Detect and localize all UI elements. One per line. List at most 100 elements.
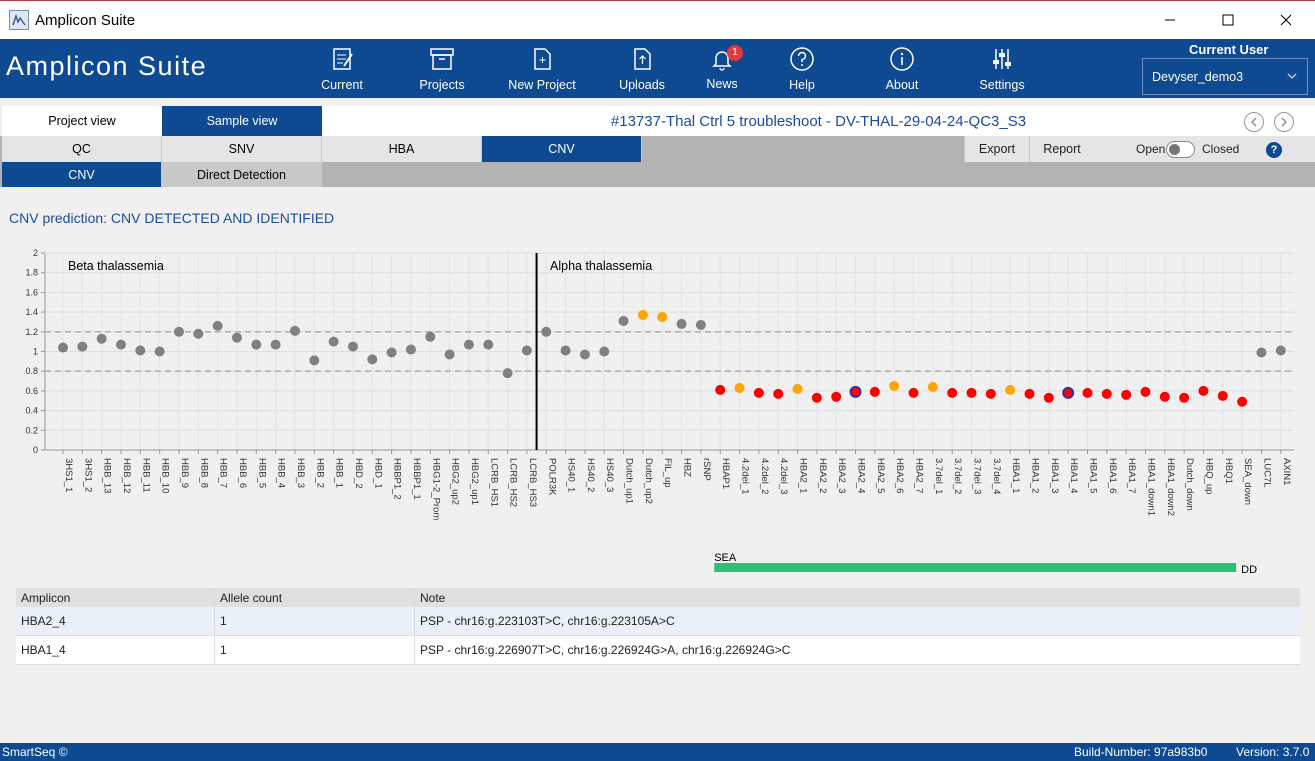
x-tick-label: LCRB_HS2 bbox=[508, 458, 519, 507]
x-tick-label: HBA2_5 bbox=[875, 458, 886, 493]
x-tick-label: HBD_2 bbox=[353, 458, 364, 489]
x-tick-label: HBB_1 bbox=[334, 458, 345, 488]
report-button[interactable]: Report bbox=[1029, 136, 1094, 162]
subtab-direct-detection[interactable]: Direct Detection bbox=[162, 162, 322, 187]
data-point bbox=[77, 341, 88, 352]
y-tick-label: 0.2 bbox=[25, 425, 38, 435]
x-tick-label: HBA1_1 bbox=[1010, 458, 1021, 493]
data-point bbox=[1179, 392, 1190, 403]
x-tick-label: HBBP1_1 bbox=[411, 458, 422, 500]
header-allele-count[interactable]: Allele count bbox=[215, 588, 415, 607]
data-point bbox=[483, 339, 494, 350]
x-tick-label: HBB_4 bbox=[276, 458, 287, 488]
cnv-scatter-chart: 0 0.2 0.4 0.6 0.8 1 1.2 1.4 1.6 1.8 2 Beta thalasse… bbox=[25, 248, 1294, 576]
data-point bbox=[1024, 388, 1035, 399]
nav-settings-label: Settings bbox=[979, 78, 1025, 92]
analysis-tab-bar: QC SNV HBA CNV Export Report Open Closed… bbox=[0, 136, 1315, 162]
x-tick-label: AXIN1 bbox=[1281, 458, 1292, 485]
data-point bbox=[560, 345, 571, 356]
close-window-button[interactable] bbox=[1263, 1, 1309, 39]
nav-news-button[interactable]: 1 News bbox=[677, 39, 767, 98]
open-closed-toggle[interactable] bbox=[1166, 141, 1195, 158]
tab-cnv[interactable]: CNV bbox=[482, 136, 642, 162]
data-point bbox=[985, 388, 996, 399]
data-point bbox=[328, 336, 339, 347]
nav-settings-button[interactable]: Settings bbox=[957, 39, 1047, 98]
data-point bbox=[831, 391, 842, 402]
region-end-label: DD bbox=[1241, 564, 1257, 576]
data-point bbox=[869, 386, 880, 397]
results-table: Amplicon Allele count Note HBA2_4 1 PSP … bbox=[16, 588, 1300, 665]
x-tick-label: 4.2del_3 bbox=[778, 458, 789, 494]
previous-sample-button[interactable] bbox=[1244, 112, 1264, 132]
page-title-text: #13737-Thal Ctrl 5 troubleshoot - DV-THA… bbox=[610, 112, 1027, 130]
x-tick-label: rSNP bbox=[701, 458, 712, 481]
x-tick-label: HBB_5 bbox=[256, 458, 267, 488]
view-bar: Project view Sample view #13737-Thal Ctr… bbox=[0, 104, 1315, 136]
tab-snv[interactable]: SNV bbox=[162, 136, 322, 162]
nav-new-project-button[interactable]: New Project bbox=[497, 39, 587, 98]
tab-project-view[interactable]: Project view bbox=[2, 106, 162, 136]
data-point bbox=[405, 344, 416, 355]
next-sample-button[interactable] bbox=[1274, 112, 1294, 132]
y-tick-label: 1 bbox=[33, 347, 38, 357]
x-tick-label: HBG2_up2 bbox=[450, 458, 461, 505]
x-tick-label: HBB_11 bbox=[140, 458, 151, 493]
maximize-button[interactable] bbox=[1205, 1, 1251, 39]
table-row[interactable]: HBA2_4 1 PSP - chr16:g.223103T>C, chr16:… bbox=[16, 607, 1300, 636]
x-tick-label: HBA1_4 bbox=[1068, 458, 1079, 493]
window-title: Amplicon Suite bbox=[35, 11, 136, 29]
closed-label: Closed bbox=[1202, 142, 1240, 156]
nav-projects-button[interactable]: Projects bbox=[397, 39, 487, 98]
nav-news-label: News bbox=[706, 77, 738, 91]
question-circle-icon bbox=[787, 45, 817, 73]
header-amplicon[interactable]: Amplicon bbox=[16, 588, 215, 607]
data-point bbox=[463, 339, 474, 350]
y-tick-label: 1.2 bbox=[25, 327, 38, 337]
status-bar: SmartSeq © Build-Number: 97a983b0 Versio… bbox=[0, 743, 1315, 761]
data-point bbox=[695, 319, 706, 330]
data-point bbox=[1140, 386, 1151, 397]
nav-current-button[interactable]: Current bbox=[297, 39, 387, 98]
minimize-button[interactable] bbox=[1147, 1, 1193, 39]
data-point bbox=[579, 349, 590, 360]
tab-sample-view[interactable]: Sample view bbox=[162, 106, 322, 136]
cell-allele-count: 1 bbox=[215, 607, 415, 635]
x-tick-label: HBQ1 bbox=[1223, 458, 1234, 484]
current-user-select[interactable]: Devyser_demo3 bbox=[1142, 58, 1308, 95]
nav-about-button[interactable]: About bbox=[857, 39, 947, 98]
data-point bbox=[715, 384, 726, 395]
data-point bbox=[1101, 388, 1112, 399]
x-tick-label: HBA2_1 bbox=[798, 458, 809, 493]
header-note[interactable]: Note bbox=[415, 588, 1300, 607]
data-point bbox=[1005, 384, 1016, 395]
window-titlebar: Amplicon Suite bbox=[0, 0, 1315, 39]
data-point bbox=[1121, 389, 1132, 400]
cell-note: PSP - chr16:g.226907T>C, chr16:g.226924G… bbox=[420, 643, 791, 657]
cell-amplicon: HBA2_4 bbox=[16, 607, 215, 635]
x-tick-label: HBB_10 bbox=[160, 458, 171, 493]
clipboard-pen-icon bbox=[327, 45, 357, 73]
x-tick-label: HBA1_5 bbox=[1087, 458, 1098, 493]
x-tick-label: HBA1_6 bbox=[1107, 458, 1118, 493]
open-label: Open bbox=[1136, 142, 1166, 156]
x-tick-label: HBA1_down2 bbox=[1165, 458, 1176, 516]
table-row[interactable]: HBA1_4 1 PSP - chr16:g.226907T>C, chr16:… bbox=[16, 636, 1300, 665]
export-button[interactable]: Export bbox=[964, 136, 1029, 162]
x-tick-label: HBQ_up bbox=[1203, 458, 1214, 494]
nav-help-button[interactable]: Help bbox=[757, 39, 847, 98]
x-tick-label: Dutch_down bbox=[1184, 458, 1195, 511]
data-point bbox=[541, 326, 552, 337]
data-point bbox=[1256, 347, 1267, 358]
data-point bbox=[444, 349, 455, 360]
tab-hba[interactable]: HBA bbox=[322, 136, 482, 162]
info-circle-icon bbox=[887, 45, 917, 73]
help-icon[interactable]: ? bbox=[1266, 142, 1282, 158]
toggle-knob bbox=[1169, 144, 1180, 155]
y-tick-label: 1.4 bbox=[25, 307, 38, 317]
tab-qc[interactable]: QC bbox=[2, 136, 162, 162]
x-tick-label: 3.7del_4 bbox=[991, 458, 1002, 494]
subtab-cnv[interactable]: CNV bbox=[2, 162, 162, 187]
nav-uploads-button[interactable]: Uploads bbox=[597, 39, 687, 98]
y-tick-label: 0.6 bbox=[25, 386, 38, 396]
